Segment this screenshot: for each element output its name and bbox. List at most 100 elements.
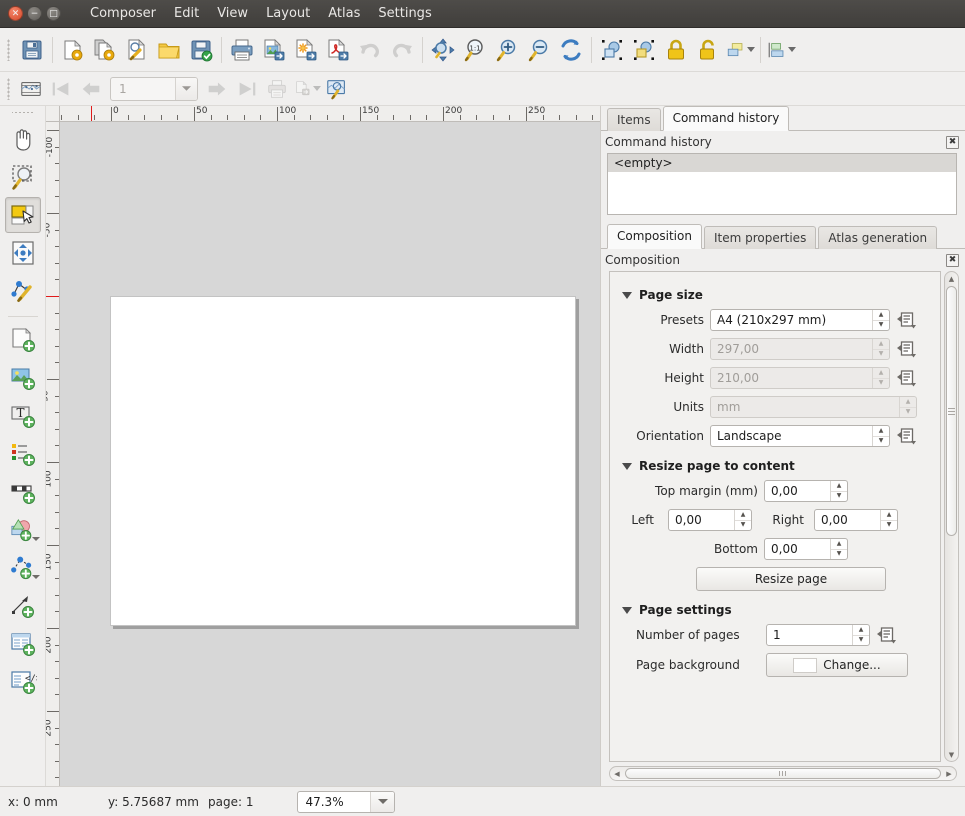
unlock-items-button[interactable] [692, 34, 724, 66]
add-legend-button[interactable] [5, 436, 41, 472]
refresh-view-button[interactable] [555, 34, 587, 66]
atlas-settings-button[interactable] [322, 75, 352, 103]
next-feature-button[interactable] [202, 75, 232, 103]
left-margin-spinbox[interactable]: 0,00 ▲▼ [668, 509, 752, 531]
collapse-triangle-icon-resize[interactable] [622, 463, 632, 470]
bottom-margin-spin[interactable]: ▲▼ [830, 539, 847, 559]
tab-items[interactable]: Items [607, 108, 661, 131]
number-of-pages-spinbox[interactable]: 1 ▲▼ [766, 624, 870, 646]
save-as-template-button[interactable] [185, 34, 217, 66]
top-margin-spin[interactable]: ▲▼ [830, 481, 847, 501]
zoom-full-button[interactable] [427, 34, 459, 66]
collapse-triangle-icon-page-size[interactable] [622, 292, 632, 299]
group-page-settings-header[interactable]: Page settings [622, 603, 930, 617]
menu-settings[interactable]: Settings [369, 3, 440, 24]
tab-item-properties[interactable]: Item properties [704, 226, 816, 249]
previous-feature-button[interactable] [76, 75, 106, 103]
atlas-toolbar-grip[interactable] [5, 78, 13, 100]
bottom-margin-spinbox[interactable]: 0,00 ▲▼ [764, 538, 848, 560]
collapse-triangle-icon-page-settings[interactable] [622, 607, 632, 614]
pan-tool-button[interactable] [5, 121, 41, 157]
undo-button[interactable] [354, 34, 386, 66]
height-spinbox[interactable]: 210,00 ▲▼ [710, 367, 890, 389]
item-tools-grip[interactable] [12, 109, 34, 117]
close-window-button[interactable]: ✕ [8, 6, 23, 21]
page-background-change-button[interactable]: Change... [766, 653, 908, 677]
left-margin-spin[interactable]: ▲▼ [734, 510, 751, 530]
top-margin-spinbox[interactable]: 0,00 ▲▼ [764, 480, 848, 502]
export-as-pdf-button[interactable] [322, 34, 354, 66]
new-composer-button[interactable] [57, 34, 89, 66]
menu-composer[interactable]: Composer [81, 3, 165, 24]
menu-edit[interactable]: Edit [165, 3, 208, 24]
align-items-button[interactable] [765, 34, 797, 66]
presets-combobox[interactable]: A4 (210x297 mm) ▲▼ [710, 309, 890, 331]
atlas-feature-combobox[interactable]: 1 [110, 77, 198, 101]
redo-button[interactable] [386, 34, 418, 66]
tab-command-history[interactable]: Command history [663, 106, 790, 131]
add-attribute-table-button[interactable] [5, 626, 41, 662]
data-defined-override-height[interactable] [896, 367, 918, 389]
composition-canvas[interactable] [60, 122, 600, 786]
width-spin[interactable]: ▲▼ [872, 339, 889, 359]
data-defined-override-number-of-pages[interactable] [876, 624, 898, 646]
menu-layout[interactable]: Layout [257, 3, 319, 24]
move-item-content-button[interactable] [5, 235, 41, 271]
chevron-down-icon-node[interactable] [32, 574, 40, 580]
data-defined-override-orientation[interactable] [896, 425, 918, 447]
save-project-button[interactable] [16, 34, 48, 66]
composition-scroll-thumb[interactable] [946, 286, 957, 536]
right-margin-spinbox[interactable]: 0,00 ▲▼ [814, 509, 898, 531]
load-from-template-button[interactable] [153, 34, 185, 66]
duplicate-composer-button[interactable] [89, 34, 121, 66]
scroll-left-icon[interactable]: ◀ [610, 770, 624, 778]
scroll-down-icon[interactable]: ▼ [949, 748, 954, 761]
list-item[interactable]: <empty> [608, 154, 956, 172]
command-history-list[interactable]: <empty> [607, 153, 957, 215]
add-node-item-button[interactable] [5, 550, 41, 586]
width-spinbox[interactable]: 297,00 ▲▼ [710, 338, 890, 360]
units-spin[interactable]: ▲▼ [899, 397, 916, 417]
minimize-window-button[interactable]: − [27, 6, 42, 21]
number-of-pages-spin[interactable]: ▲▼ [852, 625, 869, 645]
composition-hscroll-thumb[interactable] [625, 768, 941, 779]
close-icon-command-history[interactable]: ✖ [946, 136, 959, 149]
zoom-in-button[interactable] [491, 34, 523, 66]
zoom-level-combobox[interactable]: 47.3% [297, 791, 395, 813]
group-resize-page-header[interactable]: Resize page to content [622, 459, 930, 473]
select-move-item-button[interactable] [5, 197, 41, 233]
first-feature-button[interactable] [46, 75, 76, 103]
export-as-image-button[interactable] [258, 34, 290, 66]
print-button[interactable] [226, 34, 258, 66]
preview-atlas-button[interactable] [16, 75, 46, 103]
group-page-size-header[interactable]: Page size [622, 288, 930, 302]
export-as-svg-button[interactable] [290, 34, 322, 66]
zoom-tool-button[interactable] [5, 159, 41, 195]
export-atlas-button[interactable] [292, 75, 322, 103]
height-spin[interactable]: ▲▼ [872, 368, 889, 388]
maximize-window-button[interactable]: □ [46, 6, 61, 21]
menu-atlas[interactable]: Atlas [319, 3, 369, 24]
composition-vertical-scrollbar[interactable]: ▲ ▼ [944, 271, 959, 762]
composition-page[interactable] [110, 296, 576, 626]
orientation-combobox[interactable]: Landscape ▲▼ [710, 425, 890, 447]
zoom-actual-size-button[interactable]: 1:1 [459, 34, 491, 66]
chevron-down-icon-zoom[interactable] [370, 792, 394, 812]
toolbar-grip[interactable] [5, 39, 13, 61]
lock-items-button[interactable] [660, 34, 692, 66]
print-atlas-button[interactable] [262, 75, 292, 103]
data-defined-override-presets[interactable] [896, 309, 918, 331]
menu-view[interactable]: View [208, 3, 257, 24]
resize-page-button[interactable]: Resize page [696, 567, 886, 591]
add-image-button[interactable] [5, 360, 41, 396]
raise-items-button[interactable] [724, 34, 756, 66]
add-arrow-button[interactable] [5, 588, 41, 624]
chevron-down-icon-2[interactable] [788, 47, 796, 52]
chevron-down-icon-shape[interactable] [32, 536, 40, 542]
add-scalebar-button[interactable] [5, 474, 41, 510]
composition-horizontal-scrollbar[interactable]: ◀ ▶ [609, 766, 957, 781]
edit-nodes-item-button[interactable] [5, 273, 41, 309]
add-label-button[interactable]: T [5, 398, 41, 434]
add-shape-button[interactable] [5, 512, 41, 548]
scroll-right-icon[interactable]: ▶ [942, 770, 956, 778]
